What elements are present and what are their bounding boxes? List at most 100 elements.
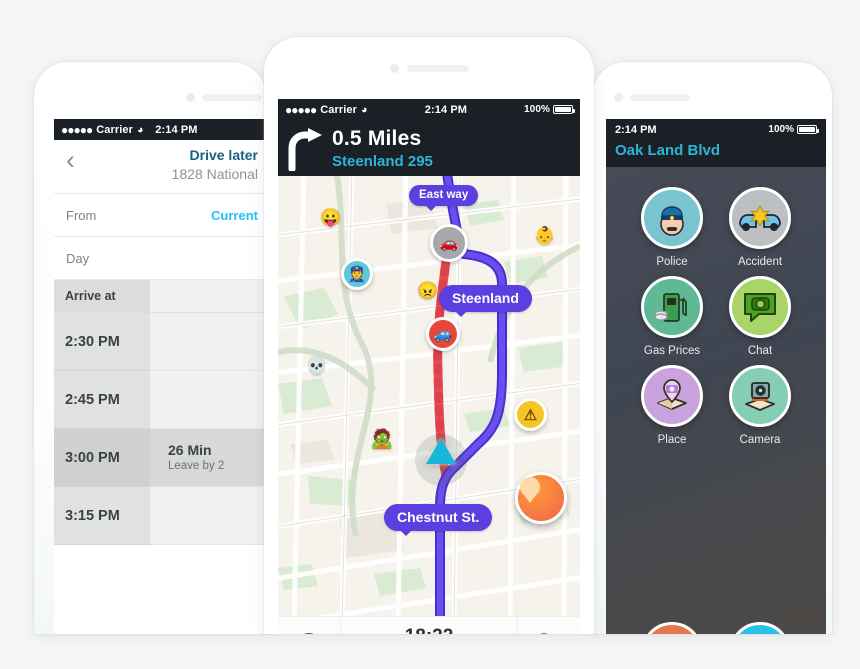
status-time: 2:14 PM: [424, 103, 468, 116]
destination-address: 1828 National: [171, 166, 258, 182]
navigation-arrow-icon: [426, 438, 456, 464]
remaining-distance: 0.5 Miles: [332, 127, 422, 150]
wifi-icon: ◕: [137, 123, 144, 136]
page-title: Drive later: [189, 147, 258, 163]
arrival-detail: 26 Min Leave by 2: [150, 429, 266, 487]
report-menu-peek-row: [606, 622, 826, 634]
day-label: Day: [66, 250, 90, 266]
signal-dots-icon: ●●●●●: [285, 102, 317, 117]
front-camera-dot: [390, 64, 399, 73]
battery-icon: [797, 125, 819, 134]
map-issue-peek[interactable]: [729, 622, 791, 634]
table-row[interactable]: 3:15 PM: [54, 487, 266, 545]
chat-camera-icon: [729, 276, 791, 338]
report-balloon-icon[interactable]: [515, 472, 567, 524]
navigation-map[interactable]: 😛 👶 😠 💀 🧟 🚗 👮 🚙 ⚠ East way Steenland Che…: [278, 176, 580, 616]
arrive-at-header-spacer: [150, 280, 266, 312]
screenshot-stage: ●●●●● Carrier ◕ 2:14 PM ‹ Drive later 18…: [0, 0, 860, 669]
person-icon: 👤: [532, 632, 557, 635]
center-phone-screen: ●●●●● Carrier ◕ 2:14 PM 100% 0.5 Miles S…: [278, 99, 580, 634]
table-row[interactable]: 2:45 PM: [54, 371, 266, 429]
navigation-header: 0.5 Miles Steenland 295: [278, 120, 580, 180]
arrival-detail: [150, 487, 266, 545]
police-officer-icon: [641, 187, 703, 249]
battery-icon: [553, 105, 575, 114]
wazer-mood-baby[interactable]: 👶: [534, 226, 555, 246]
arrive-at-header-row: Arrive at: [54, 280, 266, 313]
status-time: 2:14 PM: [155, 123, 198, 136]
earpiece-speaker: [202, 94, 262, 101]
right-status-bar: 2:14 PM 100%: [606, 119, 826, 140]
accident-marker[interactable]: 🚙: [426, 317, 460, 351]
map-label-east-way[interactable]: East way: [409, 185, 479, 211]
arrival-detail: [150, 313, 266, 371]
left-phone-screen: ●●●●● Carrier ◕ 2:14 PM ‹ Drive later 18…: [54, 119, 266, 634]
right-phone-screen: 2:14 PM 100% Oak Land Blvd Police Accide…: [606, 119, 826, 634]
wifi-icon: ◕: [361, 103, 368, 116]
center-status-bar: ●●●●● Carrier ◕ 2:14 PM 100%: [278, 99, 580, 120]
from-row[interactable]: From Current: [54, 194, 266, 237]
report-item-gas-prices[interactable]: Gas Prices: [628, 276, 716, 357]
eta-leave-by: Leave by 2: [168, 459, 225, 472]
current-street-label: Oak Land Blvd: [606, 140, 826, 167]
front-camera-dot: [186, 93, 195, 102]
navigation-bottom-bar: 💬 18:22 22 min. ▼ 32 mi. 👤 2: [278, 616, 580, 634]
from-label: From: [66, 207, 97, 223]
report-item-accident[interactable]: Accident: [716, 187, 804, 268]
battery-percent: 100%: [524, 104, 550, 115]
wazer-mood-ninja[interactable]: 💀: [306, 356, 327, 376]
report-label: Gas Prices: [643, 345, 701, 357]
arrival-time: 18:22: [341, 626, 517, 635]
next-street: Steenland 295: [332, 153, 433, 170]
signal-dots-icon: ●●●●●: [61, 122, 93, 137]
report-item-place[interactable]: Place: [628, 365, 716, 446]
chat-bubble-icon[interactable]: 💬: [278, 632, 340, 635]
left-status-bar: ●●●●● Carrier ◕ 2:14 PM: [54, 119, 266, 140]
report-label: Camera: [739, 434, 781, 446]
report-item-police[interactable]: Police: [628, 187, 716, 268]
table-row-selected[interactable]: 3:00 PM 26 Min Leave by 2: [54, 429, 266, 487]
report-item-camera[interactable]: Camera: [716, 365, 804, 446]
map-place-icon: [641, 365, 703, 427]
front-camera-dot: [614, 93, 623, 102]
report-label: Accident: [737, 256, 783, 268]
from-value: Current: [211, 207, 258, 223]
battery-percent: 100%: [768, 124, 794, 135]
arrival-time: 3:15 PM: [54, 487, 150, 545]
wazer-mood-angry[interactable]: 😠: [417, 281, 438, 301]
arrival-time: 2:45 PM: [54, 371, 150, 429]
report-item-chat[interactable]: Chat: [716, 276, 804, 357]
carrier-label: Carrier: [96, 123, 134, 136]
trip-summary[interactable]: 18:22 22 min. ▼ 32 mi.: [340, 617, 518, 634]
center-phone-device: ●●●●● Carrier ◕ 2:14 PM 100% 0.5 Miles S…: [264, 37, 594, 634]
report-label: Chat: [747, 345, 773, 357]
hazard-marker[interactable]: ⚠: [514, 398, 547, 431]
arrival-detail: [150, 371, 266, 429]
right-phone-device: 2:14 PM 100% Oak Land Blvd Police Accide…: [592, 62, 832, 634]
arrive-at-label: Arrive at: [54, 280, 150, 312]
wazer-mood-happy[interactable]: 😛: [320, 208, 341, 228]
status-time: 2:14 PM: [615, 123, 657, 136]
earpiece-speaker: [630, 94, 690, 101]
police-marker[interactable]: 👮: [341, 258, 373, 290]
earpiece-speaker: [407, 65, 469, 72]
left-phone-device: ●●●●● Carrier ◕ 2:14 PM ‹ Drive later 18…: [34, 62, 266, 634]
report-label: Place: [657, 434, 687, 446]
car-crash-icon: [729, 187, 791, 249]
gas-pump-icon: [641, 276, 703, 338]
arrival-time: 3:00 PM: [54, 429, 158, 487]
friends-indicator[interactable]: 👤 2: [518, 632, 580, 635]
day-row[interactable]: Day: [54, 237, 266, 280]
table-row[interactable]: 2:30 PM: [54, 313, 266, 371]
map-label-steenland[interactable]: Steenland: [439, 285, 532, 317]
speed-camera-icon: [729, 365, 791, 427]
arrival-time: 2:30 PM: [54, 313, 150, 371]
report-label: Police: [656, 256, 688, 268]
traffic-jam-marker[interactable]: 🚗: [430, 224, 468, 262]
map-label-chestnut-st[interactable]: Chestnut St.: [384, 504, 493, 536]
carrier-label: Carrier: [320, 103, 358, 116]
traffic-report-peek[interactable]: [641, 622, 703, 634]
wazer-mood-zombie[interactable]: 🧟: [370, 427, 394, 451]
back-chevron-icon[interactable]: ‹: [64, 147, 86, 174]
turn-right-arrow-icon: [278, 127, 332, 171]
